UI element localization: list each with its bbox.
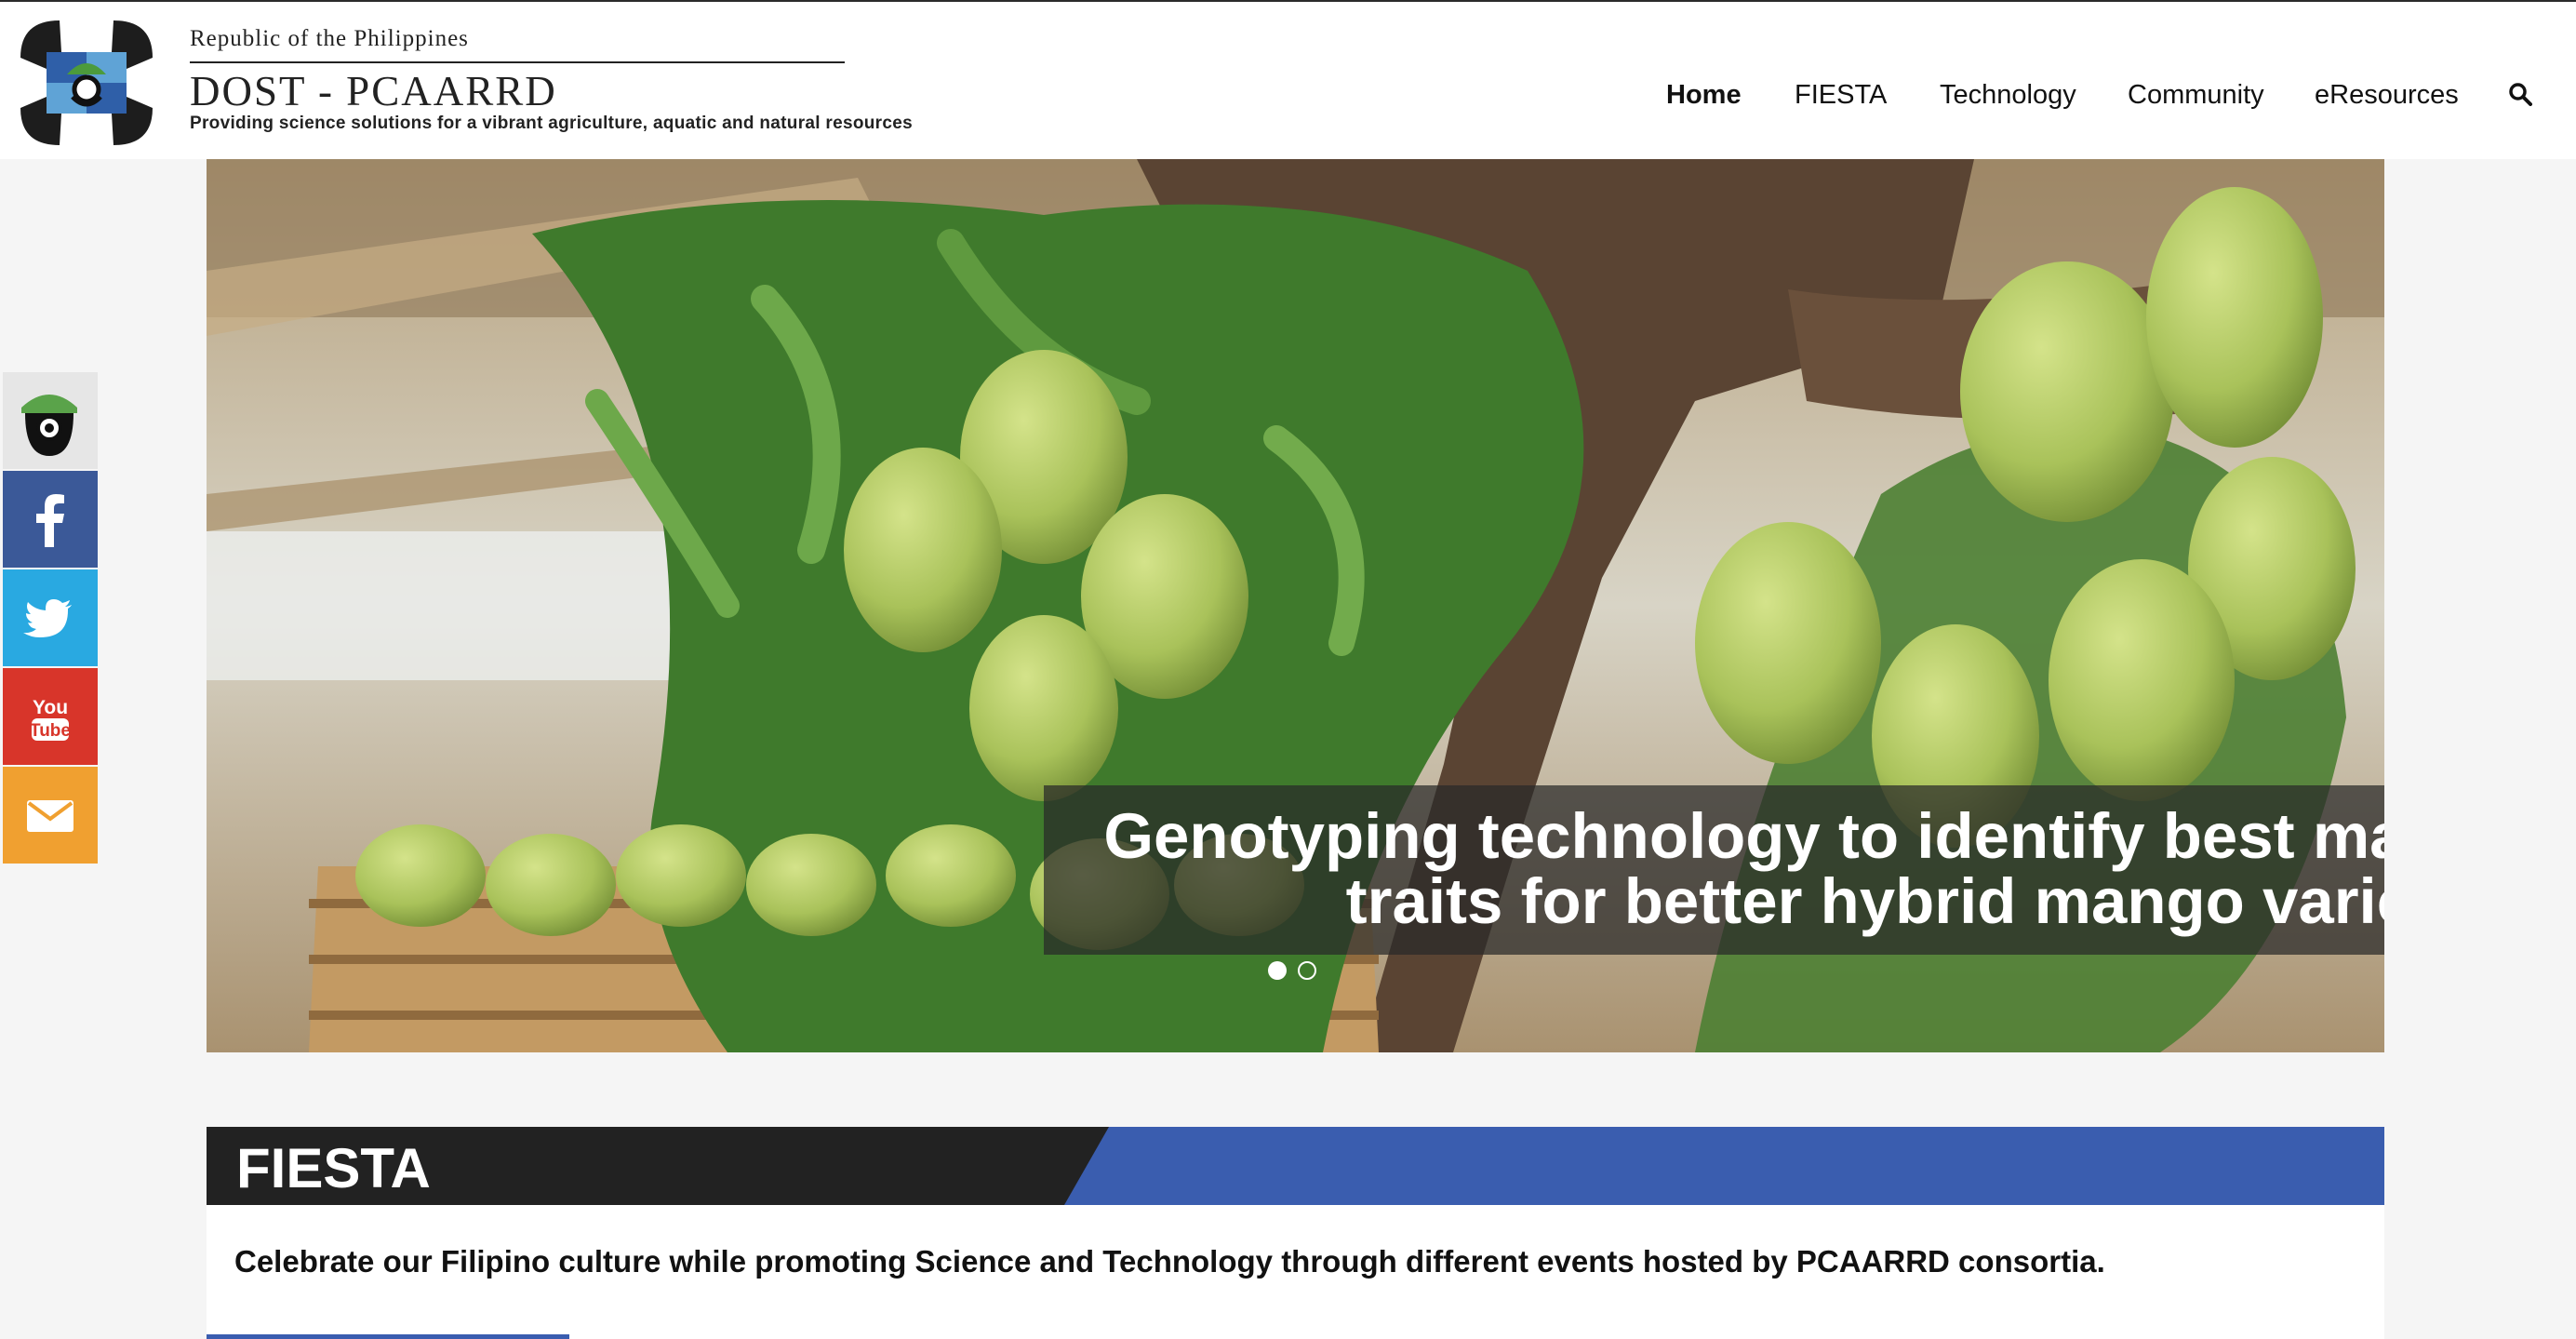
slider-dot-2[interactable]: [1298, 961, 1316, 980]
hero-caption-box[interactable]: Genotyping technology to identify best m…: [1044, 785, 2384, 955]
youtube-text-bottom: Tube: [30, 721, 71, 741]
email-icon: [27, 800, 73, 832]
nav-fiesta[interactable]: FIESTA: [1795, 80, 1887, 111]
social-email[interactable]: [3, 767, 98, 864]
social-pcaarrd[interactable]: [3, 372, 98, 469]
fiesta-description: Celebrate our Filipino culture while pro…: [234, 1244, 2105, 1279]
search-icon[interactable]: [2508, 82, 2532, 106]
hero-slider[interactable]: Genotyping technology to identify best m…: [207, 159, 2384, 1052]
pcaarrd-logo[interactable]: [15, 15, 158, 151]
youtube-icon: You Tube: [30, 697, 71, 741]
brand-divider: [190, 61, 845, 63]
hero-caption-line-1: Genotyping technology to identify best m…: [1103, 800, 2384, 872]
fiesta-card-strip: [207, 1334, 569, 1339]
nav-eresources[interactable]: eResources: [2315, 80, 2459, 111]
nav-home[interactable]: Home: [1666, 80, 1742, 111]
facebook-icon: [36, 494, 64, 547]
nav-technology[interactable]: Technology: [1940, 80, 2076, 111]
nav-community[interactable]: Community: [2128, 80, 2264, 111]
hero-caption[interactable]: Genotyping technology to identify best m…: [1072, 804, 2384, 934]
site-tagline: Providing science solutions for a vibran…: [190, 114, 913, 133]
social-youtube[interactable]: You Tube: [3, 668, 98, 765]
social-twitter[interactable]: [3, 569, 98, 666]
fiesta-header-bar: [207, 1127, 2384, 1205]
pcaarrd-logo-icon: [21, 395, 77, 456]
fiesta-title: FIESTA: [236, 1137, 431, 1199]
social-facebook[interactable]: [3, 471, 98, 568]
slider-dot-1[interactable]: [1268, 961, 1287, 980]
fiesta-body: Celebrate our Filipino culture while pro…: [207, 1205, 2384, 1339]
republic-label: Republic of the Philippines: [190, 26, 469, 51]
site-header: Republic of the Philippines DOST - PCAAR…: [0, 0, 2576, 159]
hero-caption-line-2: traits for better hybrid mango varieties: [1345, 865, 2384, 937]
youtube-text-top: You: [33, 697, 68, 718]
twitter-icon: [23, 599, 72, 637]
site-title[interactable]: DOST - PCAARRD: [190, 67, 557, 115]
